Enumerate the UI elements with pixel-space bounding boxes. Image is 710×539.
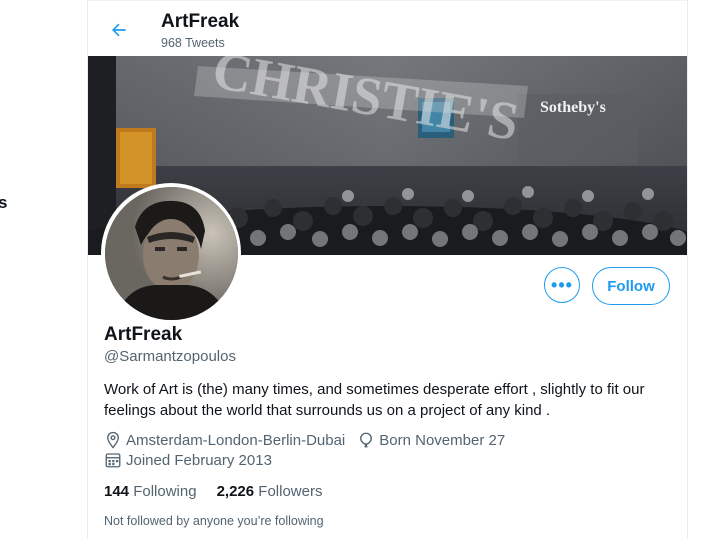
location-pin-icon — [107, 431, 119, 449]
more-options-button[interactable]: ••• — [544, 267, 580, 303]
banner-logo-sothebys: Sotheby's — [540, 99, 606, 116]
followers-count: 2,226 — [216, 483, 255, 500]
arrow-left-icon — [112, 23, 126, 37]
left-sidebar-edge: s — [0, 0, 88, 539]
followers-label: Followers — [258, 483, 323, 500]
joined-text: Joined February 2013 — [126, 451, 272, 469]
birthday-text: Born November 27 — [379, 431, 506, 449]
profile-meta-row-2: Joined February 2013 — [104, 451, 284, 469]
tweet-count: 968 Tweets — [161, 36, 225, 50]
back-button[interactable] — [102, 13, 136, 47]
calendar-icon — [105, 453, 121, 468]
profile-column: ArtFreak 968 Tweets CHRISTIE'S Sotheby's… — [87, 0, 688, 539]
following-count: 144 — [104, 483, 130, 500]
followers-link[interactable]: 2,226 Followers — [217, 483, 323, 500]
profile-handle: @Sarmantzopoulos — [104, 348, 236, 365]
profile-header: ArtFreak 968 Tweets — [88, 0, 687, 57]
location-text: Amsterdam-London-Berlin-Dubai — [126, 431, 346, 449]
profile-bio: Work of Art is (the) many times, and som… — [104, 381, 645, 419]
location-item: Amsterdam-London-Berlin-Dubai — [104, 431, 345, 449]
following-label: Following — [133, 483, 197, 500]
following-link[interactable]: 144 Following — [104, 483, 197, 500]
joined-item: Joined February 2013 — [104, 451, 272, 469]
profile-avatar[interactable] — [101, 183, 241, 323]
not-followed-note: Not followed by anyone you’re following — [104, 514, 324, 528]
sidebar-partial-text: s — [0, 193, 8, 212]
avatar-image — [104, 186, 238, 320]
profile-meta-row-1: Amsterdam-London-Berlin-Dubai Born Novem… — [104, 431, 517, 449]
header-title: ArtFreak — [161, 11, 240, 32]
balloon-icon — [360, 432, 373, 448]
birthday-item: Born November 27 — [357, 431, 505, 449]
profile-stats: 144 Following 2,226 Followers — [104, 483, 342, 500]
follow-button[interactable]: Follow — [592, 267, 670, 305]
profile-name: ArtFreak — [104, 324, 183, 345]
